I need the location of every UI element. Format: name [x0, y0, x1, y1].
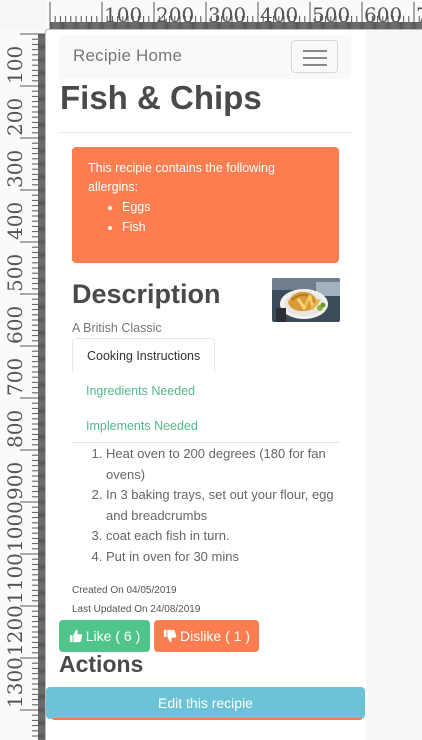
title-divider: [59, 132, 352, 133]
tab-ingredients-needed[interactable]: Ingredients Needed: [72, 374, 209, 408]
hamburger-menu-icon-bar: [303, 57, 327, 59]
edit-recipe-button[interactable]: Edit this recipie: [46, 687, 365, 719]
navbar: Recipie Home: [59, 35, 351, 79]
like-label: Like ( 6 ): [85, 628, 141, 644]
dislike-label: Dislike ( 1 ): [179, 628, 250, 644]
ruler-label: 900: [3, 462, 27, 500]
next-button-edge: [52, 718, 362, 720]
hamburger-menu-icon-bar: [303, 64, 327, 66]
ruler-label: 800: [3, 410, 27, 448]
ruler-label: 1300: [3, 657, 27, 708]
thumbs-down-icon: [163, 629, 177, 643]
created-date: Created On 04/05/2019: [72, 585, 177, 596]
allergen-notice: This recipie contains the following alle…: [88, 161, 275, 194]
ruler-label: 600: [3, 306, 27, 344]
ruler-corner: [0, 0, 46, 30]
step-item: Put in oven for 30 mins: [106, 547, 340, 568]
steps-list: Heat oven to 200 degrees (180 for fan ov…: [106, 444, 340, 567]
ruler-label: 200: [3, 98, 27, 136]
allergen-item: Fish: [122, 217, 323, 237]
ruler-label: 300: [3, 150, 27, 188]
allergen-item: Eggs: [122, 197, 323, 217]
tabs-divider: [72, 442, 340, 443]
step-item: coat each fish in turn.: [106, 526, 340, 547]
horizontal-ruler[interactable]: 100200300400500600700: [46, 0, 422, 30]
recipe-page: Recipie Home Fish & Chips This recipie c…: [46, 30, 366, 740]
tab-implements-needed[interactable]: Implements Needed: [72, 409, 212, 443]
ruler-label: 500: [3, 254, 27, 292]
dislike-button[interactable]: Dislike ( 1 ): [154, 620, 259, 652]
navbar-toggler-button[interactable]: [291, 40, 338, 73]
vertical-ruler[interactable]: 100 200 300 400 500 600 700 800 900 1000 1100 1200 1…: [0, 30, 46, 740]
description-heading: Description: [72, 279, 221, 309]
step-item: Heat oven to 200 degrees (180 for fan ov…: [106, 444, 340, 485]
recipe-subtitle: A British Classic: [72, 321, 162, 335]
navbar-brand[interactable]: Recipie Home: [73, 46, 182, 66]
ruler-label: 1200: [3, 605, 27, 656]
thumbs-up-icon: [69, 629, 82, 643]
allergen-list: Eggs Fish: [122, 197, 323, 237]
ruler-label: 1000: [3, 501, 27, 552]
ruler-label: 1100: [3, 553, 27, 604]
ruler-label: 400: [3, 202, 27, 240]
like-button[interactable]: Like ( 6 ): [59, 620, 150, 652]
ruler-label: 100: [3, 46, 27, 84]
edit-recipe-label: Edit this recipie: [158, 695, 253, 711]
fish-and-chips-photo: [272, 278, 340, 322]
cooking-steps: Heat oven to 200 degrees (180 for fan ov…: [72, 444, 340, 567]
tab-cooking-instructions[interactable]: Cooking Instructions: [72, 338, 216, 372]
hamburger-menu-icon: [303, 50, 327, 52]
actions-heading: Actions: [59, 651, 144, 677]
step-item: In 3 baking trays, set out your flour, e…: [106, 485, 340, 526]
allergen-alert: This recipie contains the following alle…: [72, 147, 339, 263]
updated-date: Last Updated On 24/08/2019: [72, 604, 201, 615]
recipe-title: Fish & Chips: [60, 79, 262, 116]
ruler-label: 700: [3, 358, 27, 396]
